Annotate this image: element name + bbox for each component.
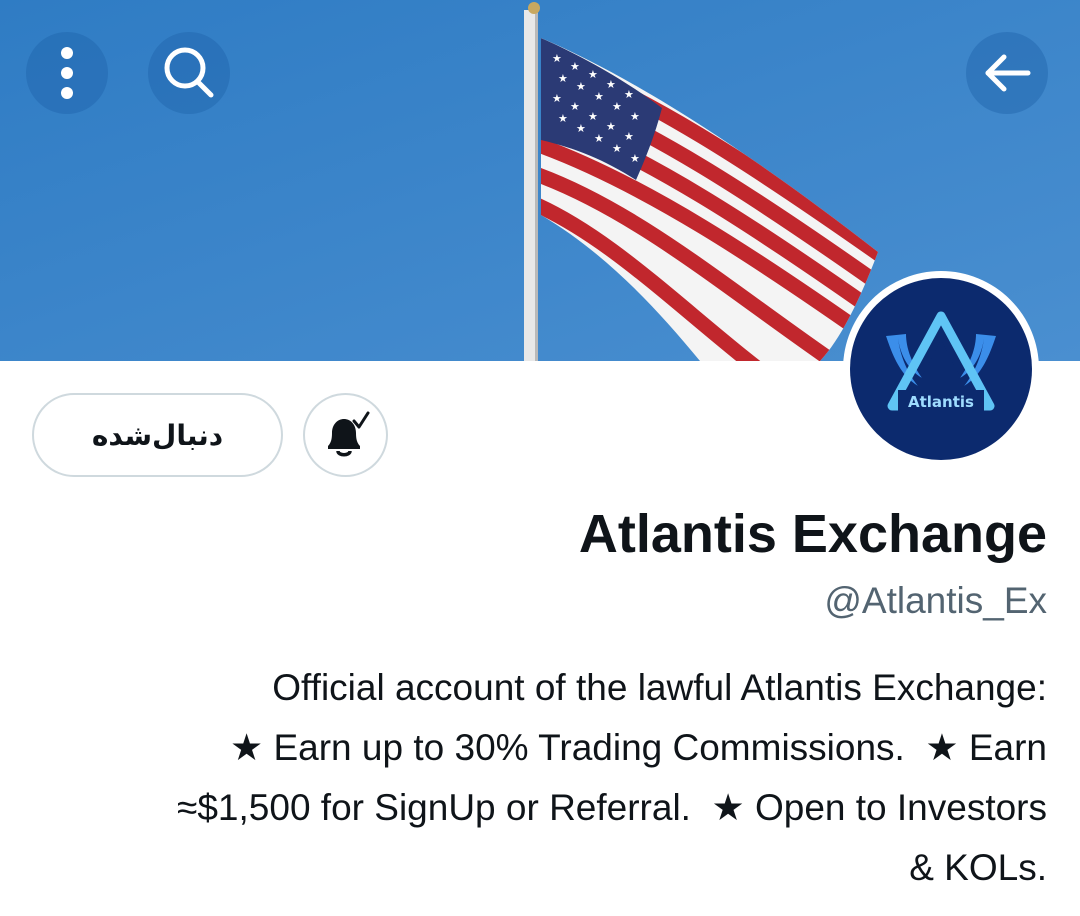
profile-avatar[interactable]: Atlantis (843, 271, 1039, 467)
more-vertical-icon (61, 47, 73, 99)
svg-text:★: ★ (558, 112, 568, 125)
svg-text:★: ★ (630, 152, 640, 165)
svg-text:★: ★ (624, 130, 634, 143)
svg-text:★: ★ (588, 110, 598, 123)
svg-text:★: ★ (630, 110, 640, 123)
svg-text:★: ★ (594, 90, 604, 103)
following-label: دنبال‌شده (91, 418, 224, 452)
arrow-back-icon (985, 54, 1031, 92)
avatar-logo: Atlantis (850, 278, 1032, 460)
display-name: Atlantis Exchange (578, 504, 1047, 564)
svg-text:★: ★ (588, 68, 598, 81)
more-options-button[interactable] (26, 32, 108, 114)
profile-bio: Official account of the lawful Atlantis … (177, 667, 1047, 888)
search-icon (164, 47, 214, 98)
svg-text:★: ★ (570, 100, 580, 113)
search-button[interactable] (148, 32, 230, 114)
svg-text:★: ★ (552, 52, 562, 65)
svg-text:★: ★ (558, 72, 568, 85)
svg-text:★: ★ (576, 80, 586, 93)
svg-text:★: ★ (552, 92, 562, 105)
bell-check-icon (327, 411, 369, 457)
svg-text:★: ★ (570, 60, 580, 73)
atlantis-logo: Atlantis (886, 311, 996, 412)
following-button[interactable]: دنبال‌شده (32, 393, 283, 477)
svg-text:★: ★ (624, 88, 634, 101)
svg-text:★: ★ (606, 78, 616, 91)
svg-text:★: ★ (612, 100, 622, 113)
svg-text:★: ★ (594, 132, 604, 145)
user-handle: @Atlantis_Ex (824, 580, 1047, 621)
svg-text:★: ★ (606, 120, 616, 133)
back-button[interactable] (966, 32, 1048, 114)
svg-text:★: ★ (612, 142, 622, 155)
avatar-text: Atlantis (908, 393, 974, 411)
svg-text:★: ★ (576, 122, 586, 135)
notifications-button[interactable] (303, 393, 388, 477)
